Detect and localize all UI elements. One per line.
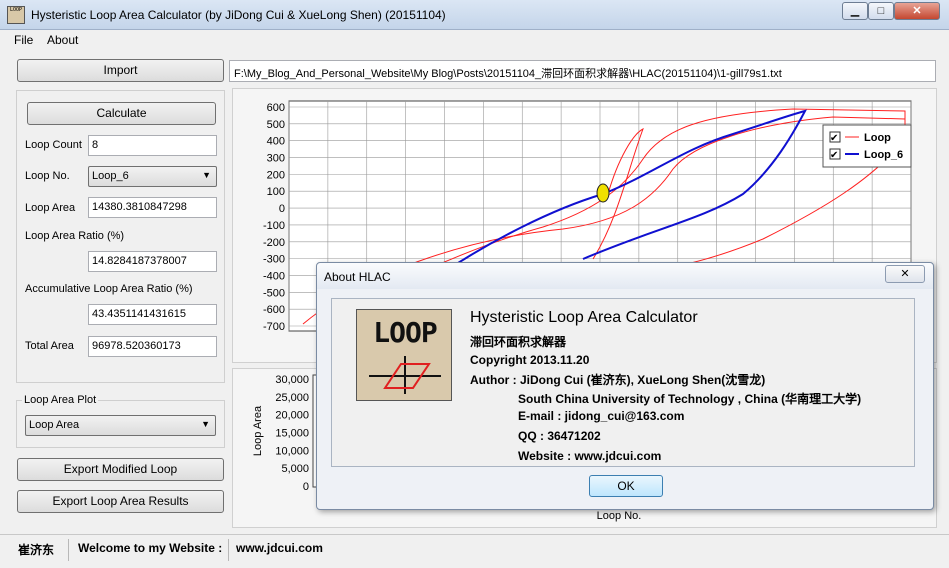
y-tick-label: 5,000 [281,463,309,475]
about-website: Website : www.jdcui.com [518,449,662,463]
status-welcome: Welcome to my Website : [78,541,223,555]
about-dialog-body: LOOP Hysteristic Loop Area Calculator 滞回… [331,298,915,467]
loop-no-select[interactable]: Loop_6 ▼ [88,166,217,187]
loop-logo: LOOP [356,309,452,401]
y-tick-label: 15,000 [275,428,309,440]
about-dialog-title: About HLAC [324,270,391,284]
menu-about[interactable]: About [47,33,78,47]
y-tick-label: 25,000 [275,392,309,404]
minimize-icon: ▁ [850,5,860,17]
loop-no-value: Loop_6 [92,170,129,182]
y-tick-label: 0 [279,203,285,215]
y-tick-label: -200 [263,237,285,249]
about-app-name: Hysteristic Loop Area Calculator [470,309,698,326]
bar-xlabel: Loop No. [597,510,642,522]
calculate-panel: Calculate Loop Count 8 Loop No. Loop_6 ▼… [16,90,225,383]
loop-count-label: Loop Count [25,139,82,151]
y-tick-label: -700 [263,321,285,333]
minimize-button[interactable]: ▁ [842,2,868,20]
y-tick-label: 200 [267,169,285,181]
loop-no-label: Loop No. [25,170,70,182]
y-tick-label: 500 [267,119,285,131]
y-tick-label: 0 [303,481,309,493]
accum-ratio-label: Accumulative Loop Area Ratio (%) [25,283,193,295]
y-tick-label: -300 [263,254,285,266]
y-tick-label: 400 [267,136,285,148]
close-icon: ✕ [900,268,910,280]
y-tick-label: -500 [263,287,285,299]
plot-type-select[interactable]: Loop Area ▼ [25,415,216,436]
y-tick-label: 100 [267,186,285,198]
loop-area-plot-label: Loop Area Plot [22,394,99,406]
about-dialog-titlebar: About HLAC ✕ [317,263,933,289]
loop-area-field[interactable]: 14380.3810847298 [88,197,217,218]
close-icon: ✕ [912,5,922,17]
y-tick-label: 20,000 [275,410,309,422]
about-author: Author : JiDong Cui (崔济东), XueLong Shen(… [470,373,766,387]
status-name: 崔济东 [18,543,55,557]
status-website[interactable]: www.jdcui.com [236,541,323,555]
close-button[interactable]: ✕ [894,2,940,20]
menu-bar: File About [0,30,949,50]
about-app-name-cn: 滞回环面积求解器 [470,335,567,349]
window-title: Hysteristic Loop Area Calculator (by JiD… [31,8,446,22]
about-close-button[interactable]: ✕ [885,265,925,283]
chevron-down-icon: ▼ [202,170,211,180]
import-button[interactable]: Import [17,59,224,82]
y-tick-label: 10,000 [275,445,309,457]
loop-area-ratio-field[interactable]: 14.8284187378007 [88,251,217,272]
y-tick-label: -400 [263,270,285,282]
about-copyright: Copyright 2013.11.20 [470,353,590,367]
about-dialog: About HLAC ✕ LOOP Hysteristic Loop Area … [316,262,934,510]
maximize-icon: □ [877,5,885,17]
maximize-button[interactable]: □ [868,2,894,20]
loop-marker-icon [596,183,610,203]
calculate-button[interactable]: Calculate [27,102,216,125]
about-email: E-mail : jidong_cui@163.com [518,409,685,423]
y-tick-label: 30,000 [275,374,309,386]
y-tick-label: -100 [263,220,285,232]
export-results-button[interactable]: Export Loop Area Results [17,490,224,513]
ok-button[interactable]: OK [589,475,663,497]
logo-text: LOOP [373,316,437,349]
status-bar: 崔济东 Welcome to my Website : www.jdcui.co… [0,534,949,568]
loop-area-label: Loop Area [25,202,76,214]
accum-ratio-field[interactable]: 43.4351141431615 [88,304,217,325]
total-area-field[interactable]: 96978.520360173 [88,336,217,357]
loop-area-plot-group: Loop Area ▼ [16,400,225,448]
y-tick-label: 300 [267,153,285,165]
status-separator [68,539,69,561]
export-modified-loop-button[interactable]: Export Modified Loop [17,458,224,481]
checkmark-icon: ✔ [830,150,838,161]
total-area-label: Total Area [25,340,74,352]
file-path-field[interactable]: F:\My_Blog_And_Personal_Website\My Blog\… [229,60,936,82]
loop-count-field[interactable]: 8 [88,135,217,156]
status-separator [228,539,229,561]
checkmark-icon: ✔ [830,133,838,144]
legend-loop6-label: Loop_6 [864,149,903,161]
hysteresis-logo-icon [369,356,441,394]
y-tick-label: 600 [267,102,285,114]
plot-type-value: Loop Area [29,419,80,431]
legend-loop-label: Loop [864,132,891,144]
title-bar: LOOP Hysteristic Loop Area Calculator (b… [0,0,949,30]
app-icon: LOOP [7,6,25,24]
bar-ylabel: Loop Area [252,405,264,456]
chevron-down-icon: ▼ [201,419,210,429]
y-tick-label: -600 [263,304,285,316]
chart-legend: ✔ Loop ✔ Loop_6 [822,124,912,168]
app-icon-text: LOOP [9,7,23,13]
about-qq: QQ : 36471202 [518,429,601,443]
about-university: South China University of Technology , C… [518,392,862,406]
menu-file[interactable]: File [14,33,33,47]
loop-area-ratio-label: Loop Area Ratio (%) [25,230,125,242]
